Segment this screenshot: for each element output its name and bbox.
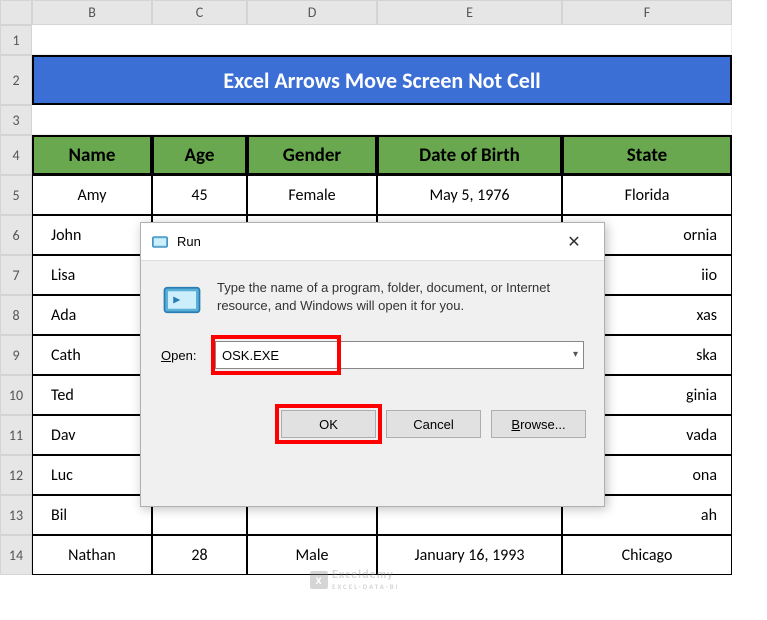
table-cell[interactable]: Amy	[32, 175, 152, 215]
table-cell[interactable]: 28	[152, 535, 247, 575]
table-cell[interactable]: Ada	[32, 295, 152, 335]
table-cell[interactable]: Ted	[32, 375, 152, 415]
table-cell[interactable]: May 5, 1976	[377, 175, 562, 215]
col-header-b[interactable]: B	[32, 0, 152, 25]
cancel-button[interactable]: Cancel	[386, 410, 481, 438]
th-age[interactable]: Age	[152, 135, 247, 175]
row-header-7[interactable]: 7	[0, 255, 32, 295]
row-header-14[interactable]: 14	[0, 535, 32, 575]
table-cell[interactable]: Female	[247, 175, 377, 215]
dialog-title: Run	[177, 234, 554, 249]
row-header-2[interactable]: 2	[0, 55, 32, 105]
row-header-3[interactable]: 3	[0, 105, 32, 135]
table-cell[interactable]: Luc	[32, 455, 152, 495]
browse-button[interactable]: Browse...	[491, 410, 586, 438]
svg-text:X: X	[316, 573, 323, 586]
dialog-description: Type the name of a program, folder, docu…	[217, 279, 584, 315]
col-header-f[interactable]: F	[562, 0, 732, 25]
table-cell[interactable]: Chicago	[562, 535, 732, 575]
run-large-icon	[161, 279, 203, 321]
table-cell[interactable]: Dav	[32, 415, 152, 455]
th-dob[interactable]: Date of Birth	[377, 135, 562, 175]
table-cell[interactable]: Nathan	[32, 535, 152, 575]
col-header-d[interactable]: D	[247, 0, 377, 25]
row-header-4[interactable]: 4	[0, 135, 32, 175]
table-cell[interactable]: Bil	[32, 495, 152, 535]
ok-button[interactable]: OK	[281, 410, 376, 438]
col-header-c[interactable]: C	[152, 0, 247, 25]
row-header-8[interactable]: 8	[0, 295, 32, 335]
page-title: Excel Arrows Move Screen Not Cell	[32, 55, 732, 105]
col-header-e[interactable]: E	[377, 0, 562, 25]
table-cell[interactable]: 45	[152, 175, 247, 215]
watermark: X Exceldemy EXCEL·DATA·BI	[310, 568, 400, 591]
row-header-12[interactable]: 12	[0, 455, 32, 495]
select-all-corner[interactable]	[0, 0, 32, 25]
open-label: Open:	[161, 348, 205, 363]
row-header-13[interactable]: 13	[0, 495, 32, 535]
th-name[interactable]: Name	[32, 135, 152, 175]
close-button[interactable]: ✕	[554, 227, 594, 257]
row-header-6[interactable]: 6	[0, 215, 32, 255]
table-cell[interactable]: John	[32, 215, 152, 255]
run-icon	[151, 233, 169, 251]
table-cell[interactable]: Florida	[562, 175, 732, 215]
row-header-1[interactable]: 1	[0, 25, 32, 55]
row-header-10[interactable]: 10	[0, 375, 32, 415]
th-gender[interactable]: Gender	[247, 135, 377, 175]
table-cell[interactable]: Cath	[32, 335, 152, 375]
row-header-5[interactable]: 5	[0, 175, 32, 215]
open-input[interactable]	[215, 341, 584, 369]
th-state[interactable]: State	[562, 135, 732, 175]
table-cell[interactable]: January 16, 1993	[377, 535, 562, 575]
dialog-titlebar[interactable]: Run ✕	[141, 223, 604, 261]
row-header-9[interactable]: 9	[0, 335, 32, 375]
excel-icon: X	[310, 571, 328, 589]
run-dialog: Run ✕ Type the name of a program, folder…	[140, 222, 605, 507]
row-header-11[interactable]: 11	[0, 415, 32, 455]
table-cell[interactable]: Lisa	[32, 255, 152, 295]
open-combobox[interactable]: ▾	[215, 341, 584, 369]
